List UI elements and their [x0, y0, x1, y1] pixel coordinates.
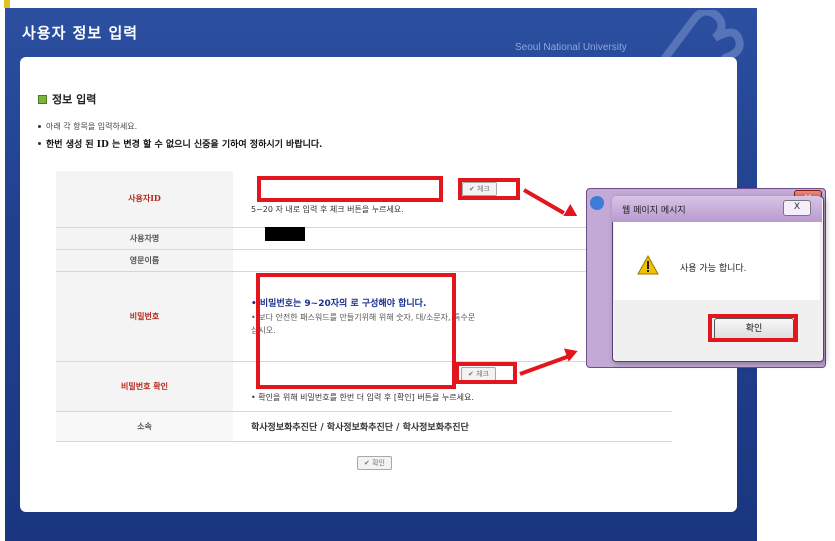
submit-button[interactable]: ✔ 확인	[357, 456, 392, 470]
label-user-name: 사용자명	[56, 227, 233, 250]
user-id-input[interactable]	[257, 176, 443, 202]
label-english-name: 영문이름	[56, 249, 233, 272]
warning-note: 한번 생성 된 ID 는 변경 할 수 없으니 신중을 기하여 정하시기 바랍니…	[46, 140, 323, 150]
user-name-redacted	[265, 227, 305, 241]
dialog-message: 사용 가능 합니다.	[680, 264, 747, 274]
password-confirm-hint: • 확인을 위해 비밀번호를 한번 더 입력 후 [확인] 버튼을 누르세요.	[251, 392, 474, 402]
label-password-confirm: 비밀번호 확인	[56, 361, 233, 412]
section-bullet-icon	[38, 95, 47, 104]
label-user-id: 사용자ID	[56, 171, 233, 228]
row-user-name: 사용자명	[56, 227, 672, 250]
label-password: 비밀번호	[56, 271, 233, 362]
window-title: 사용자 정보 입력	[22, 24, 139, 42]
instruction-note: 아래 각 항목을 입력하세요.	[46, 122, 138, 131]
dialog-title: 웹 페이지 메시지	[622, 206, 686, 216]
university-name: Seoul National University	[515, 42, 627, 53]
ok-button-highlight	[708, 314, 798, 342]
bullet-icon	[38, 142, 41, 145]
affiliation-value: 학사정보화추진단 / 학사정보화추진단 / 학사정보화추진단	[233, 411, 672, 442]
check-button-highlight	[458, 178, 520, 200]
ie-icon	[590, 196, 604, 210]
bullet-icon	[38, 125, 41, 128]
corner-tag	[4, 0, 10, 8]
check-mark-icon: ✔	[364, 459, 373, 467]
section-title: 정보 입력	[52, 93, 97, 106]
warning-icon	[637, 255, 659, 275]
heart-logo-icon	[661, 10, 744, 58]
label-affiliation: 소속	[56, 411, 233, 442]
row-affiliation: 소속 학사정보화추진단 / 학사정보화추진단 / 학사정보화추진단	[56, 411, 672, 442]
row-english-name: 영문이름	[56, 249, 672, 272]
confirm-check-highlight	[455, 362, 517, 384]
password-input-highlight[interactable]	[256, 273, 456, 389]
dialog-close-button[interactable]: X	[783, 200, 811, 216]
